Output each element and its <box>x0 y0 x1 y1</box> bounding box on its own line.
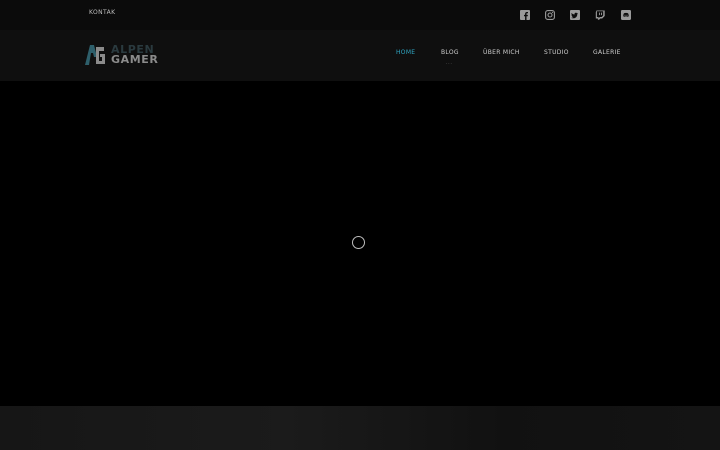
nav-item-gallery[interactable]: GALERIE <box>593 49 621 59</box>
blog-submenu-indicator: ··· <box>446 61 453 66</box>
facebook-icon[interactable] <box>518 8 531 21</box>
nav-item-studio[interactable]: STUDIO <box>544 49 569 59</box>
nav-item-blog[interactable]: BLOG <box>441 49 459 59</box>
nav-item-about[interactable]: ÜBER MICH <box>483 49 520 59</box>
twitch-icon[interactable] <box>593 8 606 21</box>
instagram-icon[interactable] <box>543 8 556 21</box>
spinner-icon <box>352 236 365 249</box>
nav-item-home[interactable]: HOME <box>396 49 415 59</box>
discord-icon[interactable] <box>619 8 632 21</box>
logo-mark-icon <box>85 45 105 65</box>
top-bar: KONTAK <box>0 0 720 30</box>
contact-link[interactable]: KONTAK <box>89 9 115 16</box>
section-background-band <box>0 406 720 450</box>
twitter-icon[interactable] <box>568 8 581 21</box>
site-logo[interactable]: ALPEN GAMER <box>83 43 167 67</box>
logo-text-line2: GAMER <box>111 53 159 66</box>
